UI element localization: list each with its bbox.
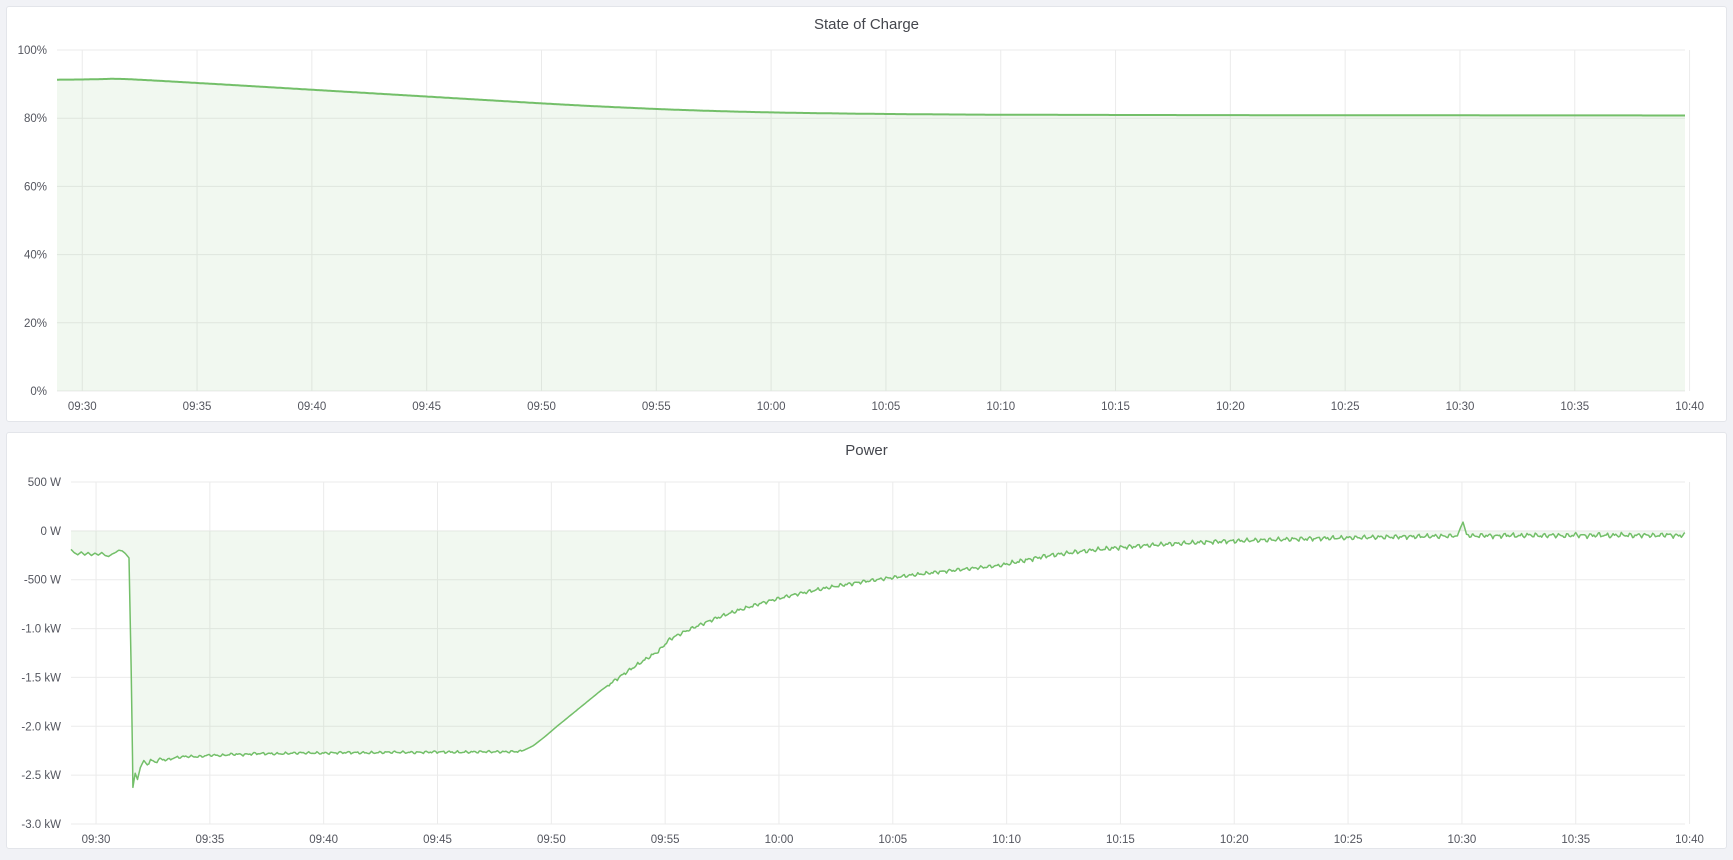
- svg-text:0 W: 0 W: [41, 526, 62, 538]
- svg-text:-2.5 kW: -2.5 kW: [21, 770, 61, 782]
- svg-text:09:40: 09:40: [309, 834, 338, 846]
- power-chart: 09:30 09:35 09:40 09:45 09:50 09:55 10:00 10:05…: [7, 433, 1726, 848]
- svg-text:09:30: 09:30: [68, 401, 97, 413]
- svg-text:10:10: 10:10: [986, 401, 1015, 413]
- series-area-fill: [57, 79, 1685, 391]
- svg-text:10:15: 10:15: [1106, 834, 1135, 846]
- svg-text:10:15: 10:15: [1101, 401, 1130, 413]
- svg-text:10:00: 10:00: [757, 401, 786, 413]
- state-of-charge-chart: 09:30 09:35 09:40 09:45 09:50 09:55 10:00 10:05…: [7, 7, 1726, 421]
- svg-text:10:40: 10:40: [1675, 401, 1704, 413]
- svg-text:09:35: 09:35: [183, 401, 212, 413]
- svg-text:09:45: 09:45: [423, 834, 452, 846]
- svg-text:09:30: 09:30: [82, 834, 111, 846]
- svg-text:10:20: 10:20: [1220, 834, 1249, 846]
- svg-text:09:55: 09:55: [651, 834, 680, 846]
- svg-text:100%: 100%: [18, 45, 47, 57]
- power-panel: Power 09:30 09:35 09:40 09:45 09:50 09:55 10:0…: [6, 432, 1727, 849]
- svg-text:80%: 80%: [24, 113, 47, 125]
- svg-text:10:05: 10:05: [878, 834, 907, 846]
- svg-text:09:40: 09:40: [297, 401, 326, 413]
- svg-text:500 W: 500 W: [28, 477, 61, 489]
- svg-text:10:30: 10:30: [1448, 834, 1477, 846]
- svg-text:-1.0 kW: -1.0 kW: [21, 624, 61, 636]
- svg-text:-2.0 kW: -2.0 kW: [21, 721, 61, 733]
- svg-text:20%: 20%: [24, 318, 47, 330]
- svg-text:-1.5 kW: -1.5 kW: [21, 672, 61, 684]
- svg-text:-500 W: -500 W: [24, 575, 61, 587]
- svg-text:09:45: 09:45: [412, 401, 441, 413]
- svg-text:10:25: 10:25: [1331, 401, 1360, 413]
- svg-text:40%: 40%: [24, 250, 47, 262]
- power-chart-canvas[interactable]: 09:30 09:35 09:40 09:45 09:50 09:55 10:00 10:05…: [7, 433, 1726, 848]
- svg-text:-3.0 kW: -3.0 kW: [21, 819, 61, 831]
- svg-text:60%: 60%: [24, 181, 47, 193]
- svg-text:10:40: 10:40: [1675, 834, 1704, 846]
- series-area-fill: [71, 522, 1685, 787]
- svg-text:09:50: 09:50: [527, 401, 556, 413]
- svg-text:09:55: 09:55: [642, 401, 671, 413]
- svg-text:10:20: 10:20: [1216, 401, 1245, 413]
- svg-text:10:05: 10:05: [872, 401, 901, 413]
- svg-text:10:10: 10:10: [992, 834, 1021, 846]
- x-axis-labels: 09:30 09:35 09:40 09:45 09:50 09:55 10:00 10:05…: [68, 401, 1704, 413]
- svg-text:09:35: 09:35: [195, 834, 224, 846]
- svg-text:10:35: 10:35: [1561, 834, 1590, 846]
- svg-text:10:00: 10:00: [765, 834, 794, 846]
- svg-text:09:50: 09:50: [537, 834, 566, 846]
- svg-text:10:35: 10:35: [1560, 401, 1589, 413]
- svg-text:0%: 0%: [30, 386, 47, 398]
- state-of-charge-chart-canvas[interactable]: 09:30 09:35 09:40 09:45 09:50 09:55 10:00 10:05…: [7, 7, 1726, 421]
- state-of-charge-panel-title[interactable]: State of Charge: [7, 16, 1726, 33]
- state-of-charge-panel: State of Charge 09:30 09:35 09:40 09:45 09:5…: [6, 6, 1727, 422]
- y-axis-labels: 500 W 0 W -500 W -1.0 kW -1.5 kW -2.0 kW -2.5 …: [21, 477, 61, 831]
- svg-text:10:25: 10:25: [1334, 834, 1363, 846]
- x-axis-labels: 09:30 09:35 09:40 09:45 09:50 09:55 10:00 10:05…: [82, 834, 1704, 846]
- power-panel-title[interactable]: Power: [7, 442, 1726, 459]
- svg-text:10:30: 10:30: [1446, 401, 1475, 413]
- y-axis-labels: 0% 20% 40% 60% 80% 100%: [18, 45, 47, 398]
